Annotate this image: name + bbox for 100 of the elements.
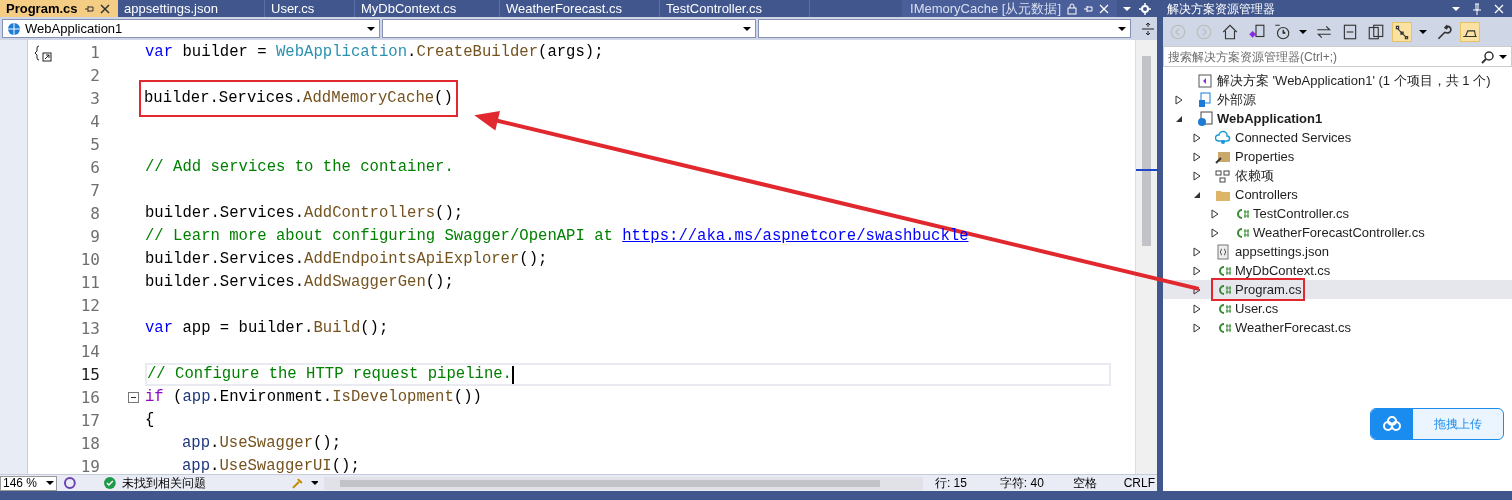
tab-label: Program.cs bbox=[6, 0, 78, 18]
code-line: { bbox=[145, 409, 155, 431]
preview-tab[interactable]: IMemoryCache [从元数据] bbox=[902, 0, 1117, 17]
tab-label: appsettings.json bbox=[124, 0, 218, 18]
tree-item-label: WebApplication1 bbox=[1217, 109, 1323, 128]
cursor-tool-icon[interactable] bbox=[63, 476, 77, 490]
tree-item-label: Program.cs bbox=[1235, 280, 1302, 299]
scrollbar-thumb[interactable] bbox=[1142, 56, 1151, 246]
line-number: 18 bbox=[79, 432, 100, 455]
line-number: 14 bbox=[79, 340, 100, 363]
vertical-scrollbar[interactable] bbox=[1135, 40, 1157, 474]
spacing-indicator[interactable]: 空格 bbox=[1072, 474, 1118, 492]
hierarchy-icon[interactable] bbox=[1393, 22, 1411, 41]
tree-item[interactable]: Controllers bbox=[1163, 185, 1512, 204]
expand-arrow-icon[interactable] bbox=[1193, 132, 1201, 143]
zoom-dropdown[interactable]: 146 % bbox=[0, 475, 57, 491]
home-icon[interactable] bbox=[1221, 22, 1239, 41]
tab-label: MyDbContext.cs bbox=[361, 0, 457, 18]
type-dropdown[interactable] bbox=[381, 19, 757, 38]
expand-arrow-icon[interactable] bbox=[1211, 227, 1219, 238]
expand-arrow-icon[interactable] bbox=[1193, 322, 1201, 333]
code-line: builder.Services.AddMemoryCache() bbox=[140, 81, 457, 116]
search-icon[interactable] bbox=[1481, 49, 1495, 64]
file-tab[interactable]: Program.cs bbox=[0, 0, 118, 17]
dependencies-icon bbox=[1215, 167, 1231, 184]
pin-icon[interactable] bbox=[1083, 3, 1093, 14]
collapse-arrow-icon[interactable] bbox=[1193, 190, 1201, 199]
dropdown-caret-icon bbox=[1299, 27, 1307, 36]
tree-item[interactable]: 依赖项 bbox=[1163, 166, 1512, 185]
pin-icon[interactable] bbox=[1472, 2, 1482, 15]
expand-arrow-icon[interactable] bbox=[1193, 303, 1201, 314]
expand-arrow-icon[interactable] bbox=[1193, 246, 1201, 257]
tree-item[interactable]: appsettings.json bbox=[1163, 242, 1512, 261]
tree-item[interactable]: WeatherForecastController.cs bbox=[1163, 223, 1512, 242]
preview-icon[interactable] bbox=[1461, 22, 1479, 41]
line-number: 10 bbox=[79, 248, 100, 271]
pin-icon[interactable] bbox=[83, 3, 94, 14]
line-number: 3 bbox=[89, 87, 100, 110]
tree-item[interactable]: TestController.cs bbox=[1163, 204, 1512, 223]
char-indicator: 字符: 40 bbox=[999, 475, 1045, 492]
panel-menu-caret-icon bbox=[1452, 4, 1460, 13]
code-line: var builder = WebApplication.CreateBuilder(args); bbox=[145, 41, 604, 63]
line-ending-indicator[interactable]: CRLF bbox=[1123, 474, 1157, 492]
expand-arrow-icon[interactable] bbox=[1193, 265, 1201, 276]
scrollbar-thumb[interactable] bbox=[340, 479, 881, 487]
project-dropdown[interactable]: WebApplication1 bbox=[2, 19, 380, 38]
line-number: 6 bbox=[89, 156, 100, 179]
tree-item-label: 解决方案 'WebApplication1' (1 个项目，共 1 个) bbox=[1217, 71, 1491, 90]
web-project-icon bbox=[1197, 110, 1213, 127]
history-icon[interactable] bbox=[1273, 22, 1291, 41]
cloud-icon bbox=[1215, 129, 1231, 146]
dropdown-caret-icon bbox=[46, 479, 54, 487]
copy-icon[interactable] bbox=[1367, 22, 1385, 41]
close-icon[interactable] bbox=[99, 3, 110, 14]
wrench-icon[interactable] bbox=[1435, 22, 1453, 41]
tree-item[interactable]: 解决方案 'WebApplication1' (1 个项目，共 1 个) bbox=[1163, 71, 1512, 90]
tree-item[interactable]: Connected Services bbox=[1163, 128, 1512, 147]
code-line: builder.Services.AddControllers(); bbox=[145, 202, 464, 224]
tree-item[interactable]: MyDbContext.cs bbox=[1163, 261, 1512, 280]
tree-item-label: appsettings.json bbox=[1235, 242, 1329, 261]
member-dropdown[interactable] bbox=[758, 19, 1131, 38]
settings-icon[interactable] bbox=[1139, 2, 1151, 15]
tab-label: WeatherForecast.cs bbox=[506, 0, 623, 18]
tab-list-caret-icon bbox=[1123, 4, 1131, 13]
tree-item[interactable]: Program.cs bbox=[1163, 280, 1512, 299]
expand-arrow-icon[interactable] bbox=[1211, 208, 1219, 219]
dropdown-caret-icon bbox=[1419, 27, 1427, 36]
tree-item-label: 依赖项 bbox=[1235, 166, 1274, 185]
expand-arrow-icon[interactable] bbox=[1193, 151, 1201, 162]
code-line: app.UseSwaggerUI(); bbox=[181, 455, 360, 474]
dropdown-caret-icon bbox=[743, 24, 752, 33]
line-number: 11 bbox=[79, 271, 100, 294]
issues-status[interactable]: 未找到相关问题 bbox=[122, 474, 207, 492]
tree-item[interactable]: WeatherForecast.cs bbox=[1163, 318, 1512, 337]
cloud-icon bbox=[1382, 416, 1402, 432]
json-file-icon bbox=[1215, 243, 1231, 260]
dropdown-caret-icon bbox=[310, 479, 319, 487]
line-number: 7 bbox=[89, 179, 100, 202]
code-line: if (app.Environment.IsDevelopment()) bbox=[145, 386, 482, 408]
brush-icon[interactable] bbox=[290, 476, 305, 490]
expand-arrow-icon[interactable] bbox=[1175, 94, 1183, 105]
tree-item[interactable]: Properties bbox=[1163, 147, 1512, 166]
globe-icon bbox=[7, 21, 21, 36]
tree-item-label: Properties bbox=[1235, 147, 1295, 166]
tree-item-label: User.cs bbox=[1235, 299, 1279, 318]
expand-arrow-icon[interactable] bbox=[1193, 170, 1201, 181]
line-number: 8 bbox=[89, 202, 100, 225]
dropdown-caret-icon bbox=[1118, 24, 1126, 33]
collapse-arrow-icon[interactable] bbox=[1175, 114, 1183, 123]
collapse-icon[interactable] bbox=[128, 392, 139, 403]
tree-item[interactable]: WebApplication1 bbox=[1163, 109, 1512, 128]
braces-icon bbox=[34, 43, 52, 62]
tree-item[interactable]: 外部源 bbox=[1163, 90, 1512, 109]
collapse-all-icon[interactable] bbox=[1341, 22, 1359, 41]
horizontal-scrollbar[interactable] bbox=[324, 476, 923, 490]
line-number: 5 bbox=[89, 133, 100, 156]
split-icon[interactable] bbox=[1141, 21, 1155, 36]
search-box[interactable]: 搜索解决方案资源管理器(Ctrl+;) bbox=[1163, 46, 1512, 67]
caret-position-marker bbox=[1136, 169, 1158, 171]
tree-item[interactable]: User.cs bbox=[1163, 299, 1512, 318]
